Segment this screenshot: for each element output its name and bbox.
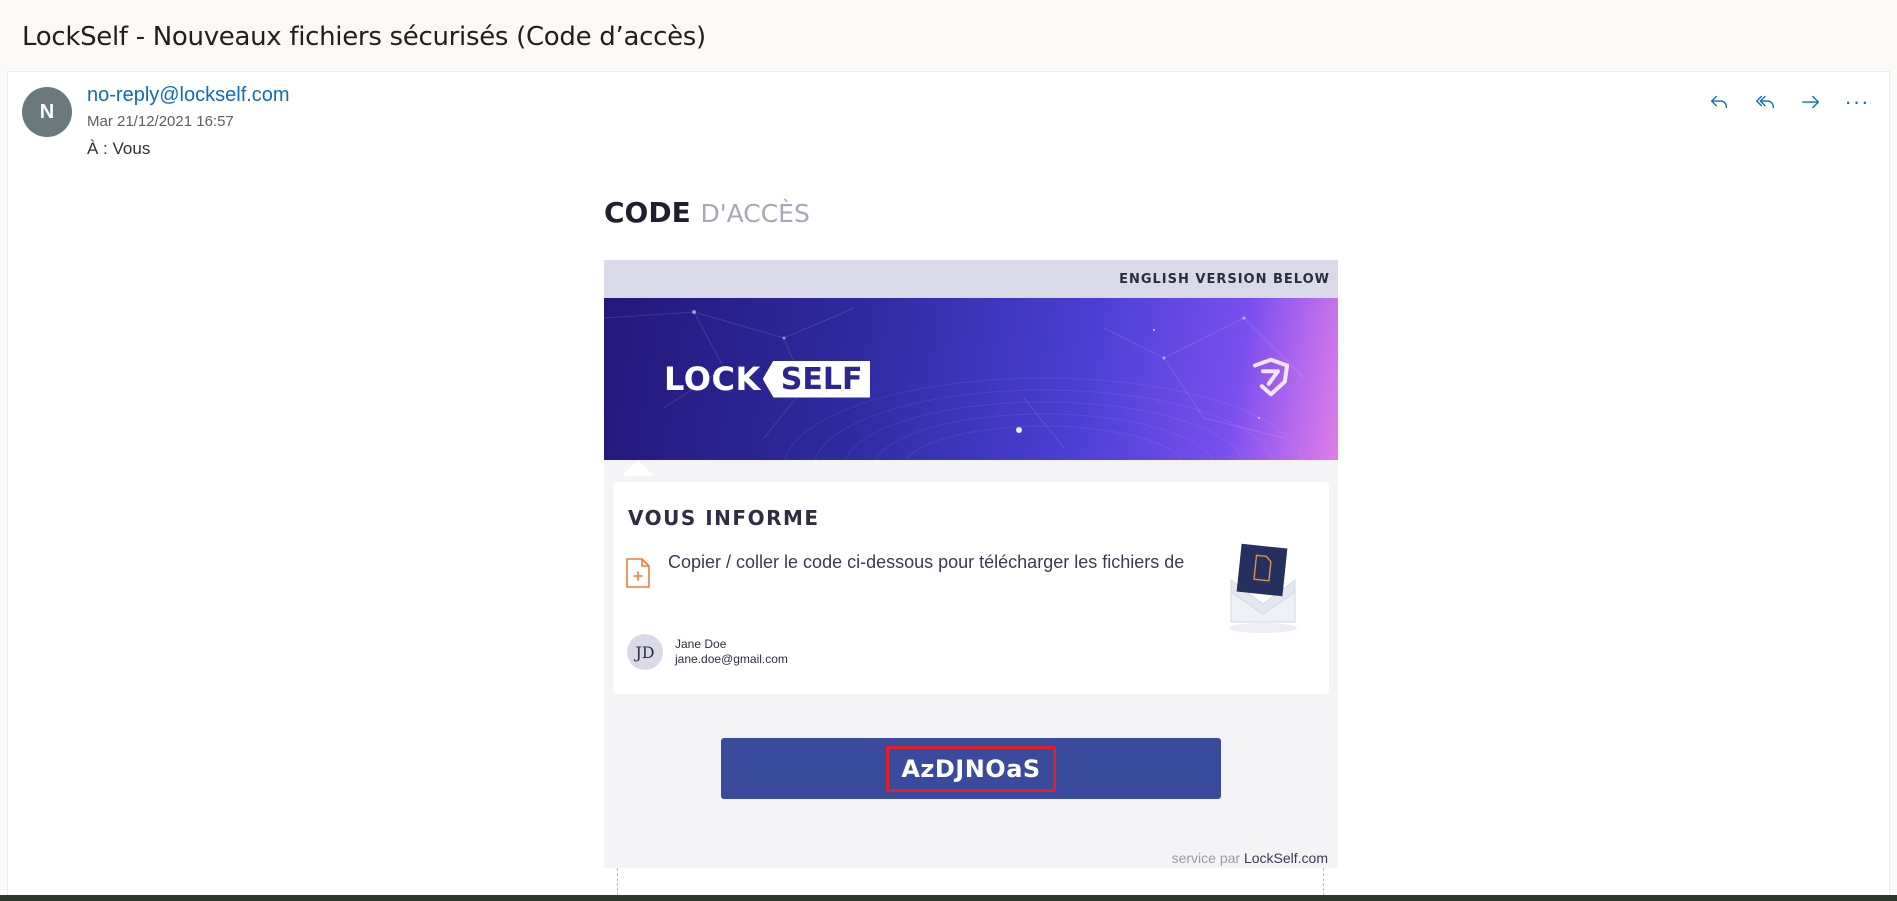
sent-date: Mar 21/12/2021 16:57	[87, 113, 234, 130]
info-card: VOUS INFORME Copier / coller le code ci-…	[613, 482, 1329, 694]
card-notch	[622, 460, 654, 476]
reply-icon	[1710, 95, 1728, 109]
forward-icon	[1802, 95, 1820, 109]
more-button[interactable]: ···	[1845, 90, 1869, 114]
email-heading: CODE D'ACCÈS	[604, 196, 810, 229]
subject-bar: LockSelf - Nouveaux fichiers sécurisés (…	[0, 0, 1897, 70]
message-actions: ···	[1707, 90, 1869, 114]
envelope-file-icon	[1229, 543, 1297, 633]
user-name: Jane Doe	[675, 637, 727, 651]
sender-email[interactable]: no-reply@lockself.com	[87, 84, 290, 107]
dashed-border-right	[1323, 868, 1324, 896]
reply-all-button[interactable]	[1753, 90, 1777, 114]
recipients: À : Vous	[87, 139, 151, 158]
english-version-link[interactable]: ENGLISH VERSION BELOW	[1119, 272, 1330, 287]
forward-button[interactable]	[1799, 90, 1823, 114]
user-avatar: JD	[627, 634, 663, 670]
logo-lock-text: LOCK	[664, 360, 761, 398]
more-icon: ···	[1844, 89, 1870, 114]
reply-button[interactable]	[1707, 90, 1731, 114]
shield-icon	[1252, 357, 1290, 397]
access-code-button[interactable]: AzDJNOaS	[721, 738, 1221, 799]
lockself-banner: LOCK SELF	[604, 298, 1338, 460]
file-add-icon	[626, 558, 650, 588]
taskbar-edge	[0, 895, 1897, 901]
logo-self-text: SELF	[762, 360, 871, 398]
service-footer: service par LockSelf.com	[1172, 850, 1328, 866]
service-prefix: service par	[1171, 850, 1241, 866]
heading-light: D'ACCÈS	[700, 199, 810, 228]
dashed-border-left	[617, 868, 618, 896]
service-link[interactable]: LockSelf.com	[1244, 850, 1328, 866]
sender-avatar[interactable]: N	[22, 87, 72, 137]
email-subject: LockSelf - Nouveaux fichiers sécurisés (…	[22, 22, 706, 52]
heading-bold: CODE	[604, 196, 691, 229]
user-email[interactable]: jane.doe@gmail.com	[675, 652, 788, 666]
reply-all-icon	[1756, 95, 1774, 109]
info-message: Copier / coller le code ci-dessous pour …	[668, 552, 1185, 572]
access-code[interactable]: AzDJNOaS	[886, 745, 1056, 792]
language-strip: ENGLISH VERSION BELOW	[604, 260, 1338, 298]
lockself-logo: LOCK SELF	[664, 360, 871, 398]
informe-title: VOUS INFORME	[628, 506, 820, 530]
